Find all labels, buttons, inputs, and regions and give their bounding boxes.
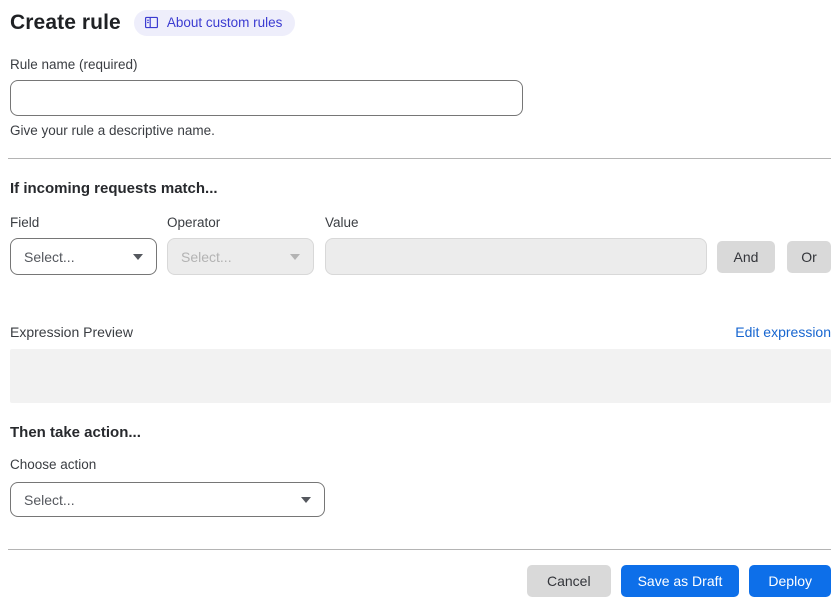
save-as-draft-button[interactable]: Save as Draft <box>620 565 740 597</box>
and-button[interactable]: And <box>717 241 775 273</box>
about-badge-label: About custom rules <box>166 14 283 30</box>
action-section-heading: Then take action... <box>10 424 141 441</box>
choose-action-select[interactable]: Select... <box>10 482 325 517</box>
chevron-down-icon <box>301 496 311 503</box>
value-input <box>325 238 707 275</box>
field-column: Field Select... <box>10 215 157 275</box>
operator-column: Operator Select... <box>167 215 314 275</box>
expression-preview-box <box>10 349 831 403</box>
expression-preview-row: Expression Preview Edit expression <box>10 324 831 340</box>
expression-preview-label: Expression Preview <box>10 324 133 340</box>
match-section-heading: If incoming requests match... <box>10 180 218 197</box>
chevron-down-icon <box>290 253 300 260</box>
page-title: Create rule <box>10 11 121 34</box>
choose-action-select-value: Select... <box>24 491 75 508</box>
and-or-group: And Or <box>717 241 831 273</box>
book-icon <box>144 15 159 30</box>
section-divider-bottom <box>8 549 831 550</box>
edit-expression-link[interactable]: Edit expression <box>735 324 831 340</box>
chevron-down-icon <box>133 253 143 260</box>
operator-select-value: Select... <box>181 248 232 265</box>
choose-action-label: Choose action <box>10 457 97 472</box>
field-select-value: Select... <box>24 248 75 265</box>
or-button[interactable]: Or <box>787 241 831 273</box>
field-label: Field <box>10 215 40 230</box>
rule-name-block: Rule name (required) Give your rule a de… <box>10 57 831 138</box>
cancel-button[interactable]: Cancel <box>526 565 611 597</box>
value-label: Value <box>325 215 359 230</box>
footer-actions: Cancel Save as Draft Deploy <box>10 565 831 597</box>
operator-select: Select... <box>167 238 314 275</box>
rule-name-helper: Give your rule a descriptive name. <box>10 123 215 138</box>
operator-label: Operator <box>167 215 221 230</box>
field-select[interactable]: Select... <box>10 238 157 275</box>
deploy-button[interactable]: Deploy <box>749 565 831 597</box>
rule-name-input[interactable] <box>10 80 523 116</box>
rule-name-label: Rule name (required) <box>10 57 138 72</box>
create-rule-page: Create rule About custom rules Rule name… <box>0 0 839 597</box>
about-custom-rules-link[interactable]: About custom rules <box>133 10 296 36</box>
match-row: Field Select... Operator Select... Value… <box>10 215 831 275</box>
section-divider-top <box>8 158 831 159</box>
page-header: Create rule About custom rules <box>10 10 831 36</box>
value-column: Value <box>325 215 707 275</box>
